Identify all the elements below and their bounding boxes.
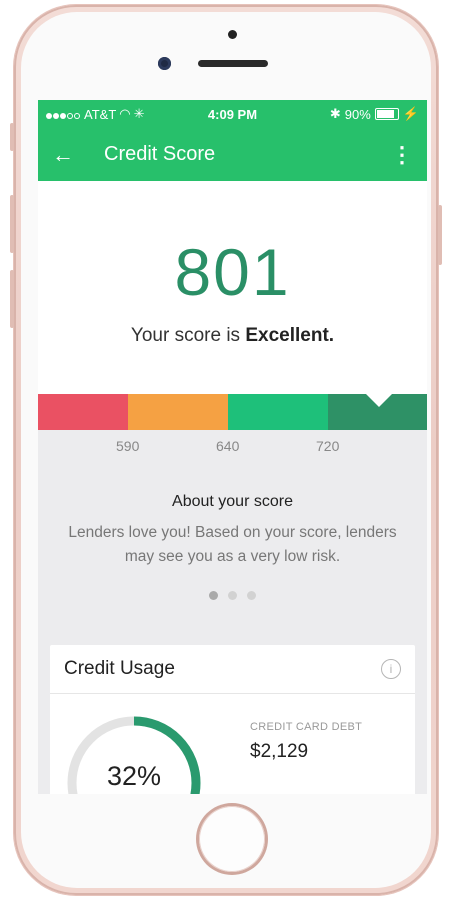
card-header: Credit Usage i [50,645,415,694]
debt-label: CREDIT CARD DEBT [250,721,363,733]
info-icon[interactable]: i [381,659,401,679]
status-bar: AT&T ◠ ✳ 4:09 PM ✱ 90% ⚡ [38,100,427,128]
more-options-icon[interactable]: ⋮ [391,142,413,168]
status-time: 4:09 PM [207,106,258,122]
home-button[interactable] [199,806,265,872]
score-scale-bar [38,393,427,430]
volume-down-button [10,270,14,328]
score-rating-line: Your score is Excellent. [38,325,427,347]
credit-score-value: 801 [174,235,291,309]
tick-label: 720 [316,438,340,454]
front-camera [158,57,171,70]
rating-prefix: Your score is [130,325,241,346]
usage-percent: 32% [106,761,162,791]
tick-label: 640 [216,438,240,454]
volume-up-button [10,195,14,253]
earpiece-speaker [198,60,268,67]
debt-value: $2,129 [250,741,309,762]
about-text: Lenders love you! Based on your score, l… [68,524,397,565]
battery-icon [374,108,399,120]
back-arrow-icon[interactable]: ← [52,142,90,168]
power-button [438,205,442,265]
usage-gauge: 32% [64,713,204,794]
tick-label: 590 [116,438,140,454]
scale-ticks: 590 640 720 [38,430,427,460]
page-title: Credit Score [104,143,216,165]
rating-label: Excellent. [245,325,335,346]
app-screen: AT&T ◠ ✳ 4:09 PM ✱ 90% ⚡ ← Credit Score … [38,100,427,794]
page-dot[interactable] [228,591,237,600]
score-section: 801 Your score is Excellent. [38,181,427,394]
page-dot[interactable] [247,591,256,600]
proximity-sensor [228,30,237,39]
credit-usage-card[interactable]: Credit Usage i 32% CREDIT CARD DEBT $2,1… [50,645,415,794]
mute-switch [10,123,14,151]
about-title: About your score [172,493,293,510]
scale-segment-fair [128,394,228,430]
scale-segment-poor [38,394,128,430]
page-dot-active[interactable] [209,591,218,600]
app-bar: ← Credit Score ⋮ [38,128,427,181]
scale-segment-good [228,394,328,430]
card-title: Credit Usage [64,658,175,679]
page-indicator [38,591,427,600]
